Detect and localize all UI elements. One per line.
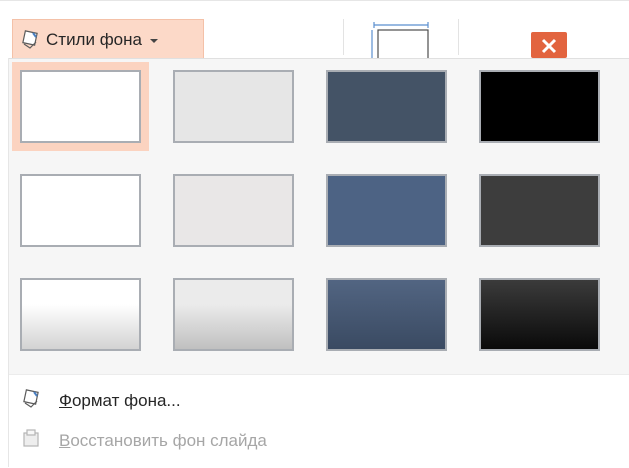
format-background-menu-item[interactable]: Формат фона... (9, 381, 629, 421)
reset-background-label: Восстановить фон слайда (59, 431, 267, 450)
style-tile-8[interactable] (471, 166, 608, 255)
style-swatch (479, 70, 600, 143)
ribbon: Стили фона (0, 0, 629, 61)
style-tile-7[interactable] (318, 166, 455, 255)
close-icon[interactable] (531, 32, 567, 58)
paint-bucket-icon (20, 29, 40, 50)
ribbon-top-border (0, 0, 629, 1)
style-swatch (20, 278, 141, 351)
reset-background-menu-item[interactable]: Восстановить фон слайда (9, 421, 629, 461)
style-swatch (479, 278, 600, 351)
style-tile-6[interactable] (165, 166, 302, 255)
slide-size-icon[interactable] (370, 22, 432, 61)
reset-background-icon (21, 428, 41, 454)
chevron-down-icon (149, 38, 158, 43)
style-tile-5[interactable] (12, 166, 149, 255)
style-tile-3[interactable] (318, 62, 455, 151)
style-tile-4[interactable] (471, 62, 608, 151)
gallery-left-edge (0, 58, 9, 467)
style-tile-10[interactable] (165, 270, 302, 359)
style-tile-11[interactable] (318, 270, 455, 359)
format-background-label: Формат фона... (59, 391, 181, 410)
style-swatch (326, 174, 447, 247)
style-tile-2[interactable] (165, 62, 302, 151)
format-background-icon (21, 388, 41, 414)
background-styles-button[interactable]: Стили фона (12, 19, 204, 59)
style-swatch (173, 70, 294, 143)
style-swatch (20, 70, 141, 143)
background-styles-menu: Формат фона... Восстановить фон слайда (9, 374, 629, 468)
style-swatch (20, 174, 141, 247)
style-tile-1[interactable] (12, 62, 149, 151)
style-tile-12[interactable] (471, 270, 608, 359)
style-tile-9[interactable] (12, 270, 149, 359)
background-styles-gallery (9, 58, 629, 375)
style-swatch (326, 70, 447, 143)
ribbon-separator (343, 19, 344, 55)
ribbon-separator (458, 19, 459, 55)
style-swatch (326, 278, 447, 351)
background-styles-label: Стили фона (46, 29, 142, 49)
style-swatch (479, 174, 600, 247)
style-swatch (173, 174, 294, 247)
style-swatch (173, 278, 294, 351)
